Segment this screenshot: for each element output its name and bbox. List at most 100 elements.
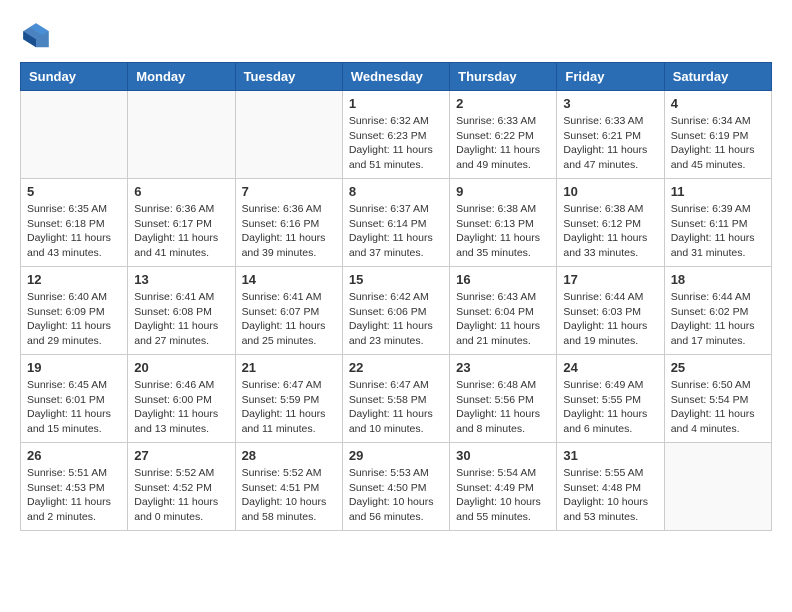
calendar-cell: 3Sunrise: 6:33 AMSunset: 6:21 PMDaylight… bbox=[557, 91, 664, 179]
week-row-5: 26 Sunrise: 5:51 AMSunset: 4:53 PMDayligh… bbox=[21, 443, 772, 531]
calendar-cell: 28 Sunrise: 5:52 AMSunset: 4:51 PMDayligh… bbox=[235, 443, 342, 531]
calendar-cell: 5 Sunrise: 6:35 AMSunset: 6:18 PMDaylight… bbox=[21, 179, 128, 267]
day-info: Sunrise: 6:43 AMSunset: 6:04 PMDaylight:… bbox=[456, 290, 550, 349]
day-info: Sunrise: 6:38 AMSunset: 6:12 PMDaylight:… bbox=[563, 202, 657, 261]
logo bbox=[20, 20, 58, 52]
calendar-cell bbox=[21, 91, 128, 179]
calendar-cell: 8 Sunrise: 6:37 AMSunset: 6:14 PMDaylight… bbox=[342, 179, 449, 267]
day-info: Sunrise: 6:36 AMSunset: 6:16 PMDaylight:… bbox=[242, 202, 336, 261]
calendar-cell bbox=[664, 443, 771, 531]
day-number: 31 bbox=[563, 448, 657, 463]
calendar-cell: 19 Sunrise: 6:45 AMSunset: 6:01 PMDayligh… bbox=[21, 355, 128, 443]
calendar-cell: 6Sunrise: 6:36 AMSunset: 6:17 PMDaylight… bbox=[128, 179, 235, 267]
day-number: 24 bbox=[563, 360, 657, 375]
day-number: 25 bbox=[671, 360, 765, 375]
weekday-header-thursday: Thursday bbox=[450, 63, 557, 91]
calendar-cell: 15 Sunrise: 6:42 AMSunset: 6:06 PMDayligh… bbox=[342, 267, 449, 355]
calendar-cell: 25 Sunrise: 6:50 AMSunset: 5:54 PMDayligh… bbox=[664, 355, 771, 443]
calendar-cell: 4 Sunrise: 6:34 AMSunset: 6:19 PMDaylight… bbox=[664, 91, 771, 179]
calendar-cell: 21Sunrise: 6:47 AMSunset: 5:59 PMDayligh… bbox=[235, 355, 342, 443]
day-number: 3 bbox=[563, 96, 657, 111]
calendar-body: 1 Sunrise: 6:32 AMSunset: 6:23 PMDaylight… bbox=[21, 91, 772, 531]
day-number: 19 bbox=[27, 360, 121, 375]
day-number: 23 bbox=[456, 360, 550, 375]
day-number: 27 bbox=[134, 448, 228, 463]
day-info: Sunrise: 6:34 AMSunset: 6:19 PMDaylight:… bbox=[671, 114, 765, 173]
day-info: Sunrise: 6:42 AMSunset: 6:06 PMDaylight:… bbox=[349, 290, 443, 349]
calendar-cell: 11 Sunrise: 6:39 AMSunset: 6:11 PMDayligh… bbox=[664, 179, 771, 267]
day-info: Sunrise: 6:48 AMSunset: 5:56 PMDaylight:… bbox=[456, 378, 550, 437]
calendar-cell: 10 Sunrise: 6:38 AMSunset: 6:12 PMDayligh… bbox=[557, 179, 664, 267]
day-info: Sunrise: 5:55 AMSunset: 4:48 PMDaylight:… bbox=[563, 466, 657, 525]
calendar-cell: 20Sunrise: 6:46 AMSunset: 6:00 PMDayligh… bbox=[128, 355, 235, 443]
calendar-cell: 9 Sunrise: 6:38 AMSunset: 6:13 PMDaylight… bbox=[450, 179, 557, 267]
day-info: Sunrise: 6:45 AMSunset: 6:01 PMDaylight:… bbox=[27, 378, 121, 437]
week-row-1: 1 Sunrise: 6:32 AMSunset: 6:23 PMDaylight… bbox=[21, 91, 772, 179]
week-row-3: 12 Sunrise: 6:40 AMSunset: 6:09 PMDayligh… bbox=[21, 267, 772, 355]
day-info: Sunrise: 6:49 AMSunset: 5:55 PMDaylight:… bbox=[563, 378, 657, 437]
calendar-cell: 22Sunrise: 6:47 AMSunset: 5:58 PMDayligh… bbox=[342, 355, 449, 443]
day-info: Sunrise: 6:33 AMSunset: 6:22 PMDaylight:… bbox=[456, 114, 550, 173]
calendar-cell: 26 Sunrise: 5:51 AMSunset: 4:53 PMDayligh… bbox=[21, 443, 128, 531]
day-info: Sunrise: 5:51 AMSunset: 4:53 PMDaylight:… bbox=[27, 466, 121, 525]
day-info: Sunrise: 6:39 AMSunset: 6:11 PMDaylight:… bbox=[671, 202, 765, 261]
day-number: 26 bbox=[27, 448, 121, 463]
weekday-header-tuesday: Tuesday bbox=[235, 63, 342, 91]
day-number: 7 bbox=[242, 184, 336, 199]
week-row-2: 5 Sunrise: 6:35 AMSunset: 6:18 PMDaylight… bbox=[21, 179, 772, 267]
calendar-cell: 24 Sunrise: 6:49 AMSunset: 5:55 PMDayligh… bbox=[557, 355, 664, 443]
day-number: 16 bbox=[456, 272, 550, 287]
day-number: 15 bbox=[349, 272, 443, 287]
calendar-cell: 1 Sunrise: 6:32 AMSunset: 6:23 PMDaylight… bbox=[342, 91, 449, 179]
day-info: Sunrise: 6:35 AMSunset: 6:18 PMDaylight:… bbox=[27, 202, 121, 261]
calendar-header: SundayMondayTuesdayWednesdayThursdayFrid… bbox=[21, 63, 772, 91]
calendar-cell: 14Sunrise: 6:41 AMSunset: 6:07 PMDayligh… bbox=[235, 267, 342, 355]
weekday-header-saturday: Saturday bbox=[664, 63, 771, 91]
day-number: 13 bbox=[134, 272, 228, 287]
day-number: 12 bbox=[27, 272, 121, 287]
calendar-cell bbox=[128, 91, 235, 179]
day-number: 28 bbox=[242, 448, 336, 463]
calendar-cell: 18Sunrise: 6:44 AMSunset: 6:02 PMDayligh… bbox=[664, 267, 771, 355]
calendar-cell bbox=[235, 91, 342, 179]
calendar-cell: 23 Sunrise: 6:48 AMSunset: 5:56 PMDayligh… bbox=[450, 355, 557, 443]
day-info: Sunrise: 6:44 AMSunset: 6:03 PMDaylight:… bbox=[563, 290, 657, 349]
day-number: 20 bbox=[134, 360, 228, 375]
calendar-cell: 31 Sunrise: 5:55 AMSunset: 4:48 PMDayligh… bbox=[557, 443, 664, 531]
week-row-4: 19 Sunrise: 6:45 AMSunset: 6:01 PMDayligh… bbox=[21, 355, 772, 443]
day-info: Sunrise: 6:37 AMSunset: 6:14 PMDaylight:… bbox=[349, 202, 443, 261]
calendar-cell: 29Sunrise: 5:53 AMSunset: 4:50 PMDayligh… bbox=[342, 443, 449, 531]
day-info: Sunrise: 5:52 AMSunset: 4:51 PMDaylight:… bbox=[242, 466, 336, 525]
weekday-header-wednesday: Wednesday bbox=[342, 63, 449, 91]
day-number: 18 bbox=[671, 272, 765, 287]
calendar-cell: 30Sunrise: 5:54 AMSunset: 4:49 PMDayligh… bbox=[450, 443, 557, 531]
day-number: 5 bbox=[27, 184, 121, 199]
day-number: 1 bbox=[349, 96, 443, 111]
calendar-cell: 16 Sunrise: 6:43 AMSunset: 6:04 PMDayligh… bbox=[450, 267, 557, 355]
logo-icon bbox=[20, 20, 52, 52]
day-info: Sunrise: 6:38 AMSunset: 6:13 PMDaylight:… bbox=[456, 202, 550, 261]
day-number: 8 bbox=[349, 184, 443, 199]
weekday-header-monday: Monday bbox=[128, 63, 235, 91]
day-info: Sunrise: 6:40 AMSunset: 6:09 PMDaylight:… bbox=[27, 290, 121, 349]
calendar-cell: 12 Sunrise: 6:40 AMSunset: 6:09 PMDayligh… bbox=[21, 267, 128, 355]
day-number: 10 bbox=[563, 184, 657, 199]
day-info: Sunrise: 5:53 AMSunset: 4:50 PMDaylight:… bbox=[349, 466, 443, 525]
day-number: 9 bbox=[456, 184, 550, 199]
day-number: 17 bbox=[563, 272, 657, 287]
day-info: Sunrise: 5:54 AMSunset: 4:49 PMDaylight:… bbox=[456, 466, 550, 525]
day-number: 22 bbox=[349, 360, 443, 375]
day-number: 2 bbox=[456, 96, 550, 111]
weekday-header-friday: Friday bbox=[557, 63, 664, 91]
day-info: Sunrise: 6:50 AMSunset: 5:54 PMDaylight:… bbox=[671, 378, 765, 437]
day-number: 11 bbox=[671, 184, 765, 199]
day-info: Sunrise: 6:32 AMSunset: 6:23 PMDaylight:… bbox=[349, 114, 443, 173]
day-info: Sunrise: 6:41 AMSunset: 6:08 PMDaylight:… bbox=[134, 290, 228, 349]
day-info: Sunrise: 6:36 AMSunset: 6:17 PMDaylight:… bbox=[134, 202, 228, 261]
calendar-cell: 13 Sunrise: 6:41 AMSunset: 6:08 PMDayligh… bbox=[128, 267, 235, 355]
calendar-cell: 7 Sunrise: 6:36 AMSunset: 6:16 PMDaylight… bbox=[235, 179, 342, 267]
day-number: 4 bbox=[671, 96, 765, 111]
calendar-cell: 27Sunrise: 5:52 AMSunset: 4:52 PMDayligh… bbox=[128, 443, 235, 531]
page-header bbox=[20, 20, 772, 52]
day-info: Sunrise: 6:41 AMSunset: 6:07 PMDaylight:… bbox=[242, 290, 336, 349]
